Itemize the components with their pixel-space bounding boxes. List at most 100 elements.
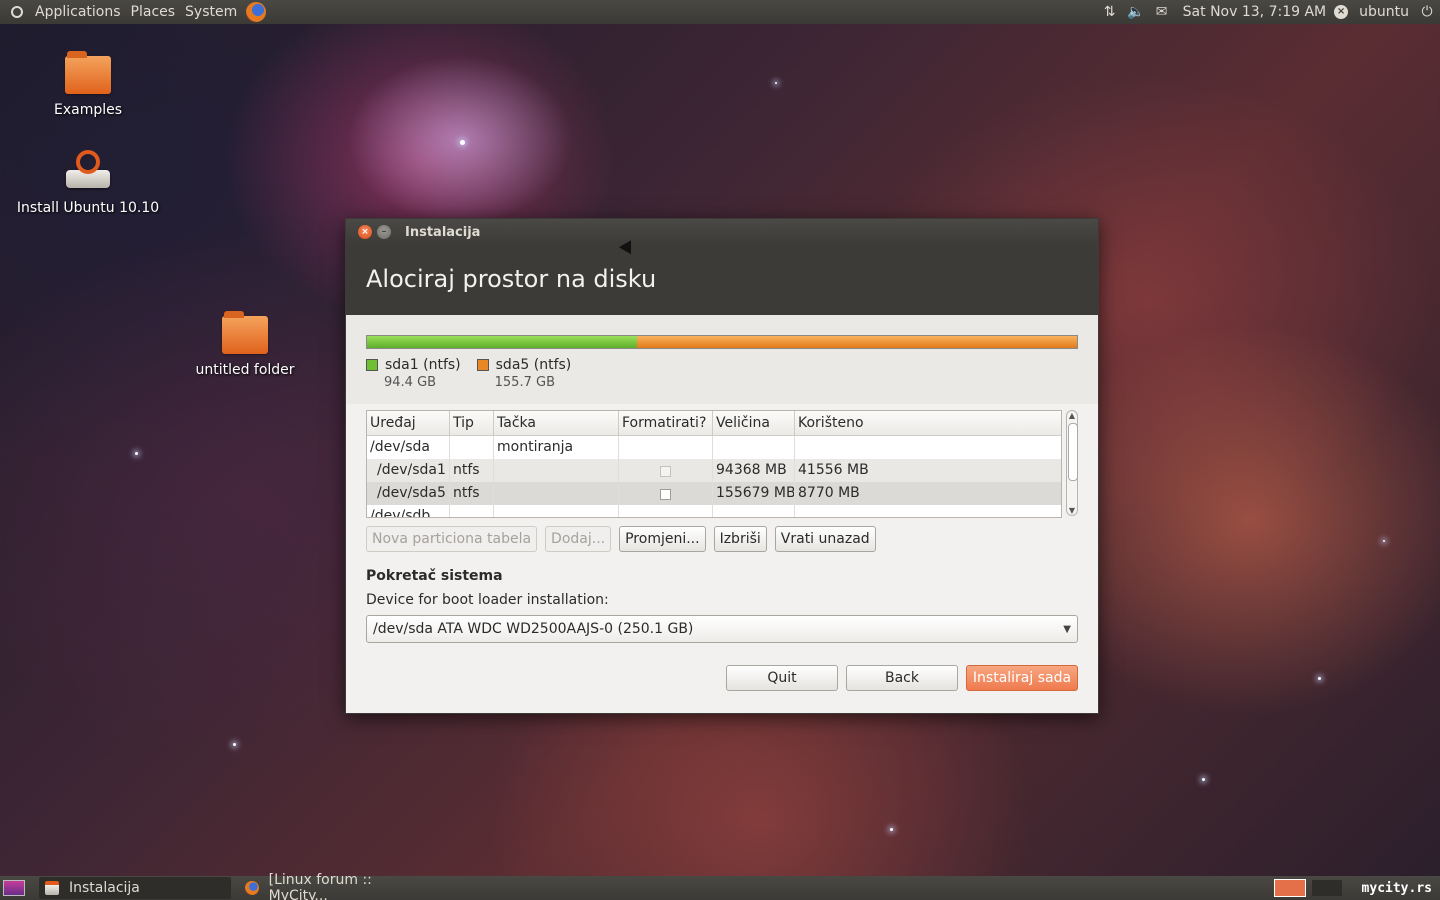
bootloader-label: Device for boot loader installation: xyxy=(366,592,609,608)
power-icon[interactable]: ⏻ xyxy=(1417,4,1437,20)
user-name[interactable]: ubuntu xyxy=(1354,0,1414,24)
table-scrollbar[interactable]: ▲ ▼ xyxy=(1066,410,1078,516)
desktop-icon-examples[interactable]: Examples xyxy=(13,51,163,118)
system-menu[interactable]: System xyxy=(180,0,242,24)
star xyxy=(1318,677,1321,680)
cell-type xyxy=(450,505,494,517)
cell-size xyxy=(713,436,795,459)
table-header: Uređaj Tip Tačka montiranja Formatirati?… xyxy=(367,411,1061,455)
desktop-icon-install-ubuntu[interactable]: Install Ubuntu 10.10 xyxy=(13,148,163,216)
install-now-button[interactable]: Instaliraj sada xyxy=(966,665,1078,691)
table-button-row: Nova particiona tabela Dodaj... Promjeni… xyxy=(366,526,1078,552)
system-tray: ⇅ 🔈 ✉ Sat Nov 13, 7:19 AM × ubuntu ⏻ xyxy=(1097,0,1440,24)
partition-bar-area: sda1 (ntfs) 94.4 GB sda5 (ntfs) 155.7 GB xyxy=(346,315,1098,404)
volume-icon[interactable]: 🔈 xyxy=(1126,4,1146,20)
top-panel: Applications Places System ⇅ 🔈 ✉ Sat Nov… xyxy=(0,0,1440,24)
partition-bar xyxy=(366,335,1078,349)
installer-icon xyxy=(64,148,112,192)
cell-size: 94368 MB xyxy=(713,459,795,482)
cell-device: /dev/sda5 xyxy=(367,482,450,505)
minimize-icon[interactable]: – xyxy=(377,225,391,239)
folder-icon xyxy=(222,311,268,354)
legend-size: 155.7 GB xyxy=(494,375,555,390)
table-row[interactable]: /dev/sdb xyxy=(367,505,1061,517)
table-row[interactable]: /dev/sda5 ntfs 155679 MB 8770 MB xyxy=(367,482,1061,505)
window-titlebar[interactable]: × – Instalacija xyxy=(346,219,1098,245)
workspace-switcher-2[interactable] xyxy=(1311,880,1342,896)
table-row[interactable]: /dev/sda xyxy=(367,436,1061,459)
clock[interactable]: Sat Nov 13, 7:19 AM xyxy=(1175,4,1334,20)
cell-device: /dev/sdb xyxy=(367,505,450,517)
table-row[interactable]: /dev/sda1 ntfs 94368 MB 41556 MB xyxy=(367,459,1061,482)
back-button[interactable]: Back xyxy=(846,665,958,691)
desktop-icon-label: Examples xyxy=(53,102,123,118)
new-partition-table-button[interactable]: Nova particiona tabela xyxy=(366,526,538,552)
revert-button[interactable]: Vrati unazad xyxy=(774,526,876,552)
column-header-size[interactable]: Veličina xyxy=(713,411,795,435)
cell-mount xyxy=(494,505,619,517)
show-desktop-icon[interactable] xyxy=(3,880,25,896)
cell-size: 155679 MB xyxy=(713,482,795,505)
star xyxy=(890,828,893,831)
network-icon[interactable]: ⇅ xyxy=(1100,4,1120,20)
taskbar-item-label: [Linux forum :: MyCity... xyxy=(268,872,372,900)
ubuntu-logo-icon[interactable] xyxy=(8,3,26,21)
column-header-used[interactable]: Korišteno xyxy=(795,411,1061,435)
cell-mount xyxy=(494,459,619,482)
partition-segment-sda5 xyxy=(636,336,1077,348)
taskbar-item-label: Instalacija xyxy=(69,880,140,896)
column-header-format[interactable]: Formatirati? xyxy=(619,411,713,435)
column-header-mount[interactable]: Tačka montiranja xyxy=(494,411,619,455)
legend-item-sda5: sda5 (ntfs) 155.7 GB xyxy=(476,357,571,390)
desktop-icon-untitled-folder[interactable]: untitled folder xyxy=(170,311,320,378)
star xyxy=(460,140,465,145)
delete-partition-button[interactable]: Izbriši xyxy=(713,526,767,552)
cell-type: ntfs xyxy=(450,459,494,482)
star xyxy=(233,743,236,746)
installer-task-icon xyxy=(45,881,59,895)
cell-size xyxy=(713,505,795,517)
star xyxy=(775,82,777,84)
change-partition-button[interactable]: Promjeni... xyxy=(619,526,706,552)
scroll-down-icon[interactable]: ▼ xyxy=(1067,506,1077,515)
places-menu[interactable]: Places xyxy=(126,0,181,24)
partition-legend: sda1 (ntfs) 94.4 GB sda5 (ntfs) 155.7 GB xyxy=(366,357,1078,390)
format-checkbox[interactable] xyxy=(660,466,671,477)
orange-swatch-icon xyxy=(476,359,489,371)
workspace-switcher-1[interactable] xyxy=(1273,879,1306,897)
cell-format xyxy=(619,436,713,459)
green-swatch-icon xyxy=(366,359,378,371)
close-icon[interactable]: × xyxy=(358,225,372,239)
applications-menu[interactable]: Applications xyxy=(30,0,126,24)
cell-used: 8770 MB xyxy=(798,485,860,501)
cell-format xyxy=(619,505,713,517)
cell-mount xyxy=(494,482,619,505)
taskbar-item-installer[interactable]: Instalacija xyxy=(39,877,231,899)
star xyxy=(1383,540,1385,542)
format-checkbox[interactable] xyxy=(660,489,671,500)
column-header-type[interactable]: Tip xyxy=(450,411,494,435)
top-menu: Applications Places System xyxy=(0,0,267,24)
desktop-icon-label: untitled folder xyxy=(195,362,295,378)
taskbar-item-firefox[interactable]: [Linux forum :: MyCity... xyxy=(239,872,437,900)
folder-icon xyxy=(65,51,111,94)
firefox-launcher-icon[interactable] xyxy=(246,2,267,22)
scroll-thumb[interactable] xyxy=(1068,423,1078,481)
user-status-icon[interactable]: × xyxy=(1334,5,1349,19)
cell-format xyxy=(619,459,713,482)
mail-icon[interactable]: ✉ xyxy=(1152,4,1172,20)
scroll-up-icon[interactable]: ▲ xyxy=(1067,411,1077,420)
cell-type: ntfs xyxy=(450,482,494,505)
cell-mount xyxy=(494,436,619,459)
partition-segment-sda1 xyxy=(367,336,637,348)
footer-buttons: Quit Back Instaliraj sada xyxy=(366,665,1078,691)
add-partition-button[interactable]: Dodaj... xyxy=(545,526,612,552)
chevron-down-icon: ▼ xyxy=(1063,623,1071,635)
bootloader-device-select[interactable]: /dev/sda ATA WDC WD2500AAJS-0 (250.1 GB)… xyxy=(366,615,1078,643)
installer-window: × – Instalacija Alociraj prostor na disk… xyxy=(345,218,1099,714)
legend-name: sda1 (ntfs) xyxy=(385,357,461,373)
column-header-device[interactable]: Uređaj xyxy=(367,411,450,435)
legend-item-sda1: sda1 (ntfs) 94.4 GB xyxy=(366,357,461,390)
firefox-task-icon xyxy=(245,881,259,895)
quit-button[interactable]: Quit xyxy=(726,665,838,691)
